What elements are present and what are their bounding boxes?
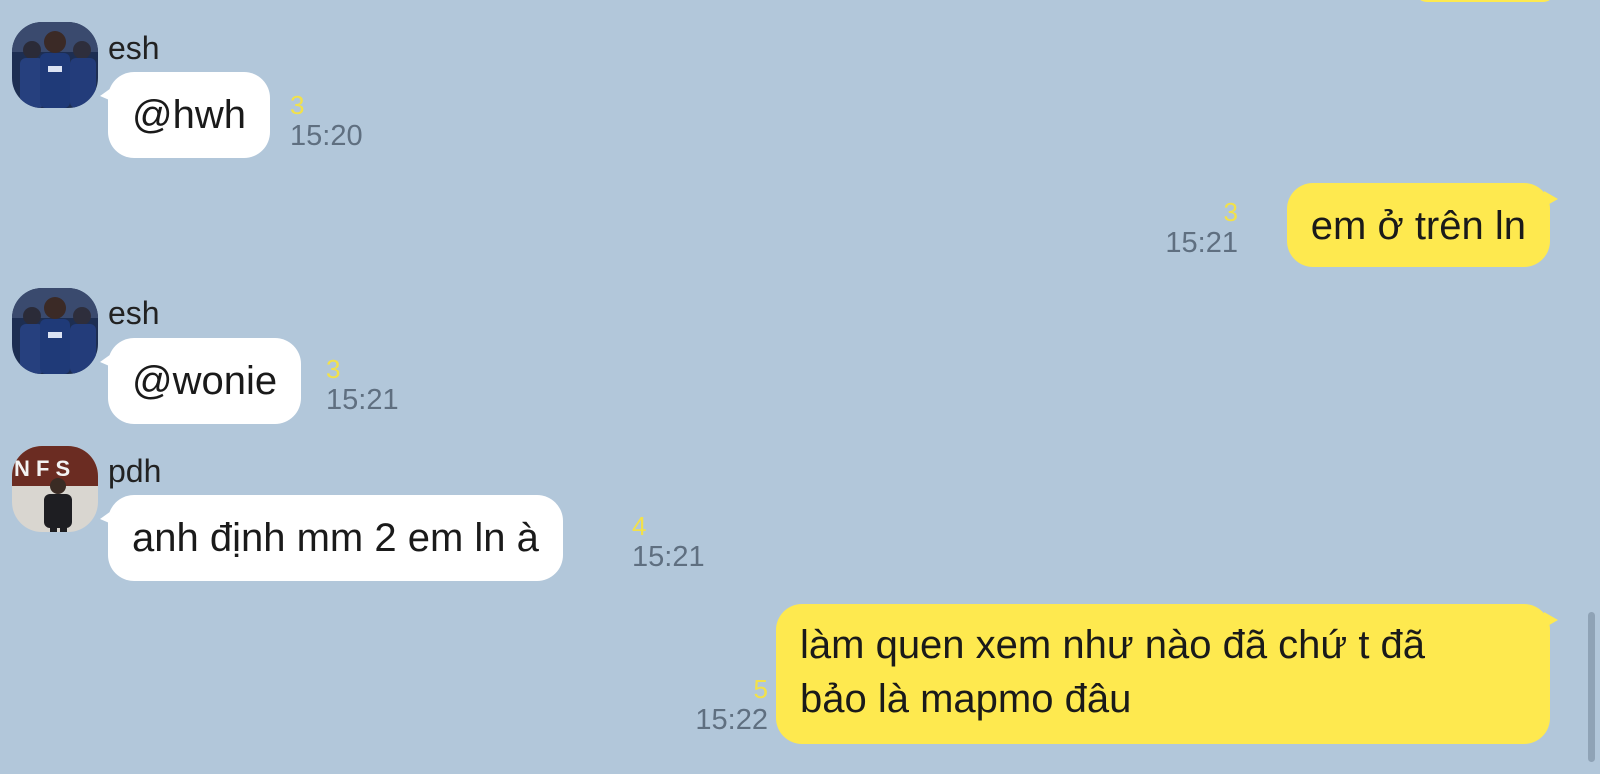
message-meta: 3 15:21 bbox=[1165, 199, 1238, 258]
message-bubble[interactable]: em ở trên ln bbox=[1286, 183, 1559, 267]
avatar-esh[interactable] bbox=[12, 288, 98, 374]
message-bubble[interactable]: @wonie bbox=[99, 338, 302, 424]
avatar-pdh[interactable]: N F S bbox=[12, 446, 98, 532]
message-text: anh định mm 2 em ln à bbox=[132, 516, 539, 560]
svg-text:N F S: N F S bbox=[14, 456, 70, 481]
unread-count: 4 bbox=[632, 511, 647, 541]
message-meta: 4 15:21 bbox=[632, 513, 705, 572]
sender-name: esh bbox=[108, 295, 160, 331]
message-bubble[interactable]: @hwh bbox=[100, 72, 270, 158]
team-jersey-avatar-icon bbox=[12, 22, 98, 108]
message-text: @wonie bbox=[132, 359, 278, 403]
message-meta: 5 15:22 bbox=[695, 676, 768, 735]
sender-name: esh bbox=[108, 30, 160, 66]
timestamp: 15:21 bbox=[326, 384, 399, 416]
stage-person-avatar-icon: N F S bbox=[12, 446, 98, 532]
message-text: em ở trên ln bbox=[1310, 204, 1526, 248]
message-bubble[interactable]: anh định mm 2 em ln à bbox=[100, 495, 563, 581]
unread-count: 3 bbox=[1223, 197, 1238, 227]
timestamp: 15:22 bbox=[695, 704, 768, 736]
sender-name: pdh bbox=[108, 453, 162, 489]
message-bubble[interactable]: làm quen xem như nào đã chứ t đã bảo là … bbox=[776, 604, 1558, 744]
message-meta: 3 15:21 bbox=[326, 356, 399, 415]
message-text-line: làm quen xem như nào đã chứ t đã bbox=[800, 623, 1426, 667]
previous-message-bubble-edge bbox=[1415, 0, 1555, 2]
unread-count: 3 bbox=[326, 354, 341, 384]
avatar-esh[interactable] bbox=[12, 22, 98, 108]
timestamp: 15:21 bbox=[1165, 227, 1238, 259]
unread-count: 5 bbox=[753, 674, 768, 704]
message-text: @hwh bbox=[132, 93, 246, 137]
timestamp: 15:21 bbox=[632, 541, 705, 573]
message-meta: 3 15:20 bbox=[290, 92, 363, 151]
timestamp: 15:20 bbox=[290, 120, 363, 152]
unread-count: 3 bbox=[290, 90, 305, 120]
team-jersey-avatar-icon bbox=[12, 288, 98, 374]
scrollbar[interactable] bbox=[1588, 612, 1595, 762]
message-text-line: bảo là mapmo đâu bbox=[800, 677, 1132, 721]
chat-room: esh @hwh 3 15:20 3 15:21 em ở trên ln es… bbox=[0, 0, 1600, 774]
